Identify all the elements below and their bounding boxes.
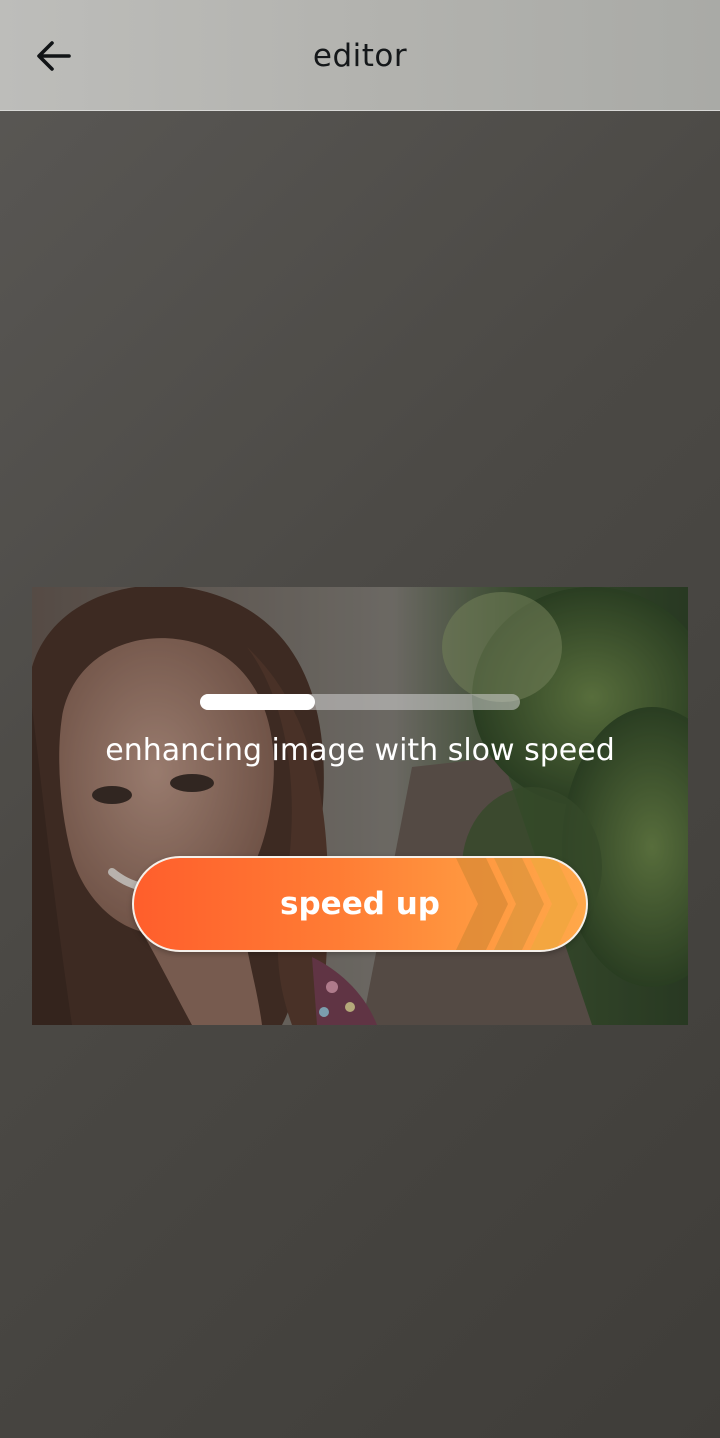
photo-preview: enhancing image with slow speed speed up xyxy=(32,587,688,1025)
enhance-status-text: enhancing image with slow speed xyxy=(105,733,615,768)
speed-up-label: speed up xyxy=(280,886,440,922)
processing-overlay xyxy=(32,587,688,1025)
speed-up-button[interactable]: speed up xyxy=(132,856,588,952)
editor-screen: editor enhancing image with slow speed s… xyxy=(0,0,720,1438)
page-title: editor xyxy=(312,37,408,74)
top-app-bar: editor xyxy=(0,0,720,111)
progress-fill xyxy=(200,694,316,710)
enhance-progress-bar xyxy=(200,694,520,710)
